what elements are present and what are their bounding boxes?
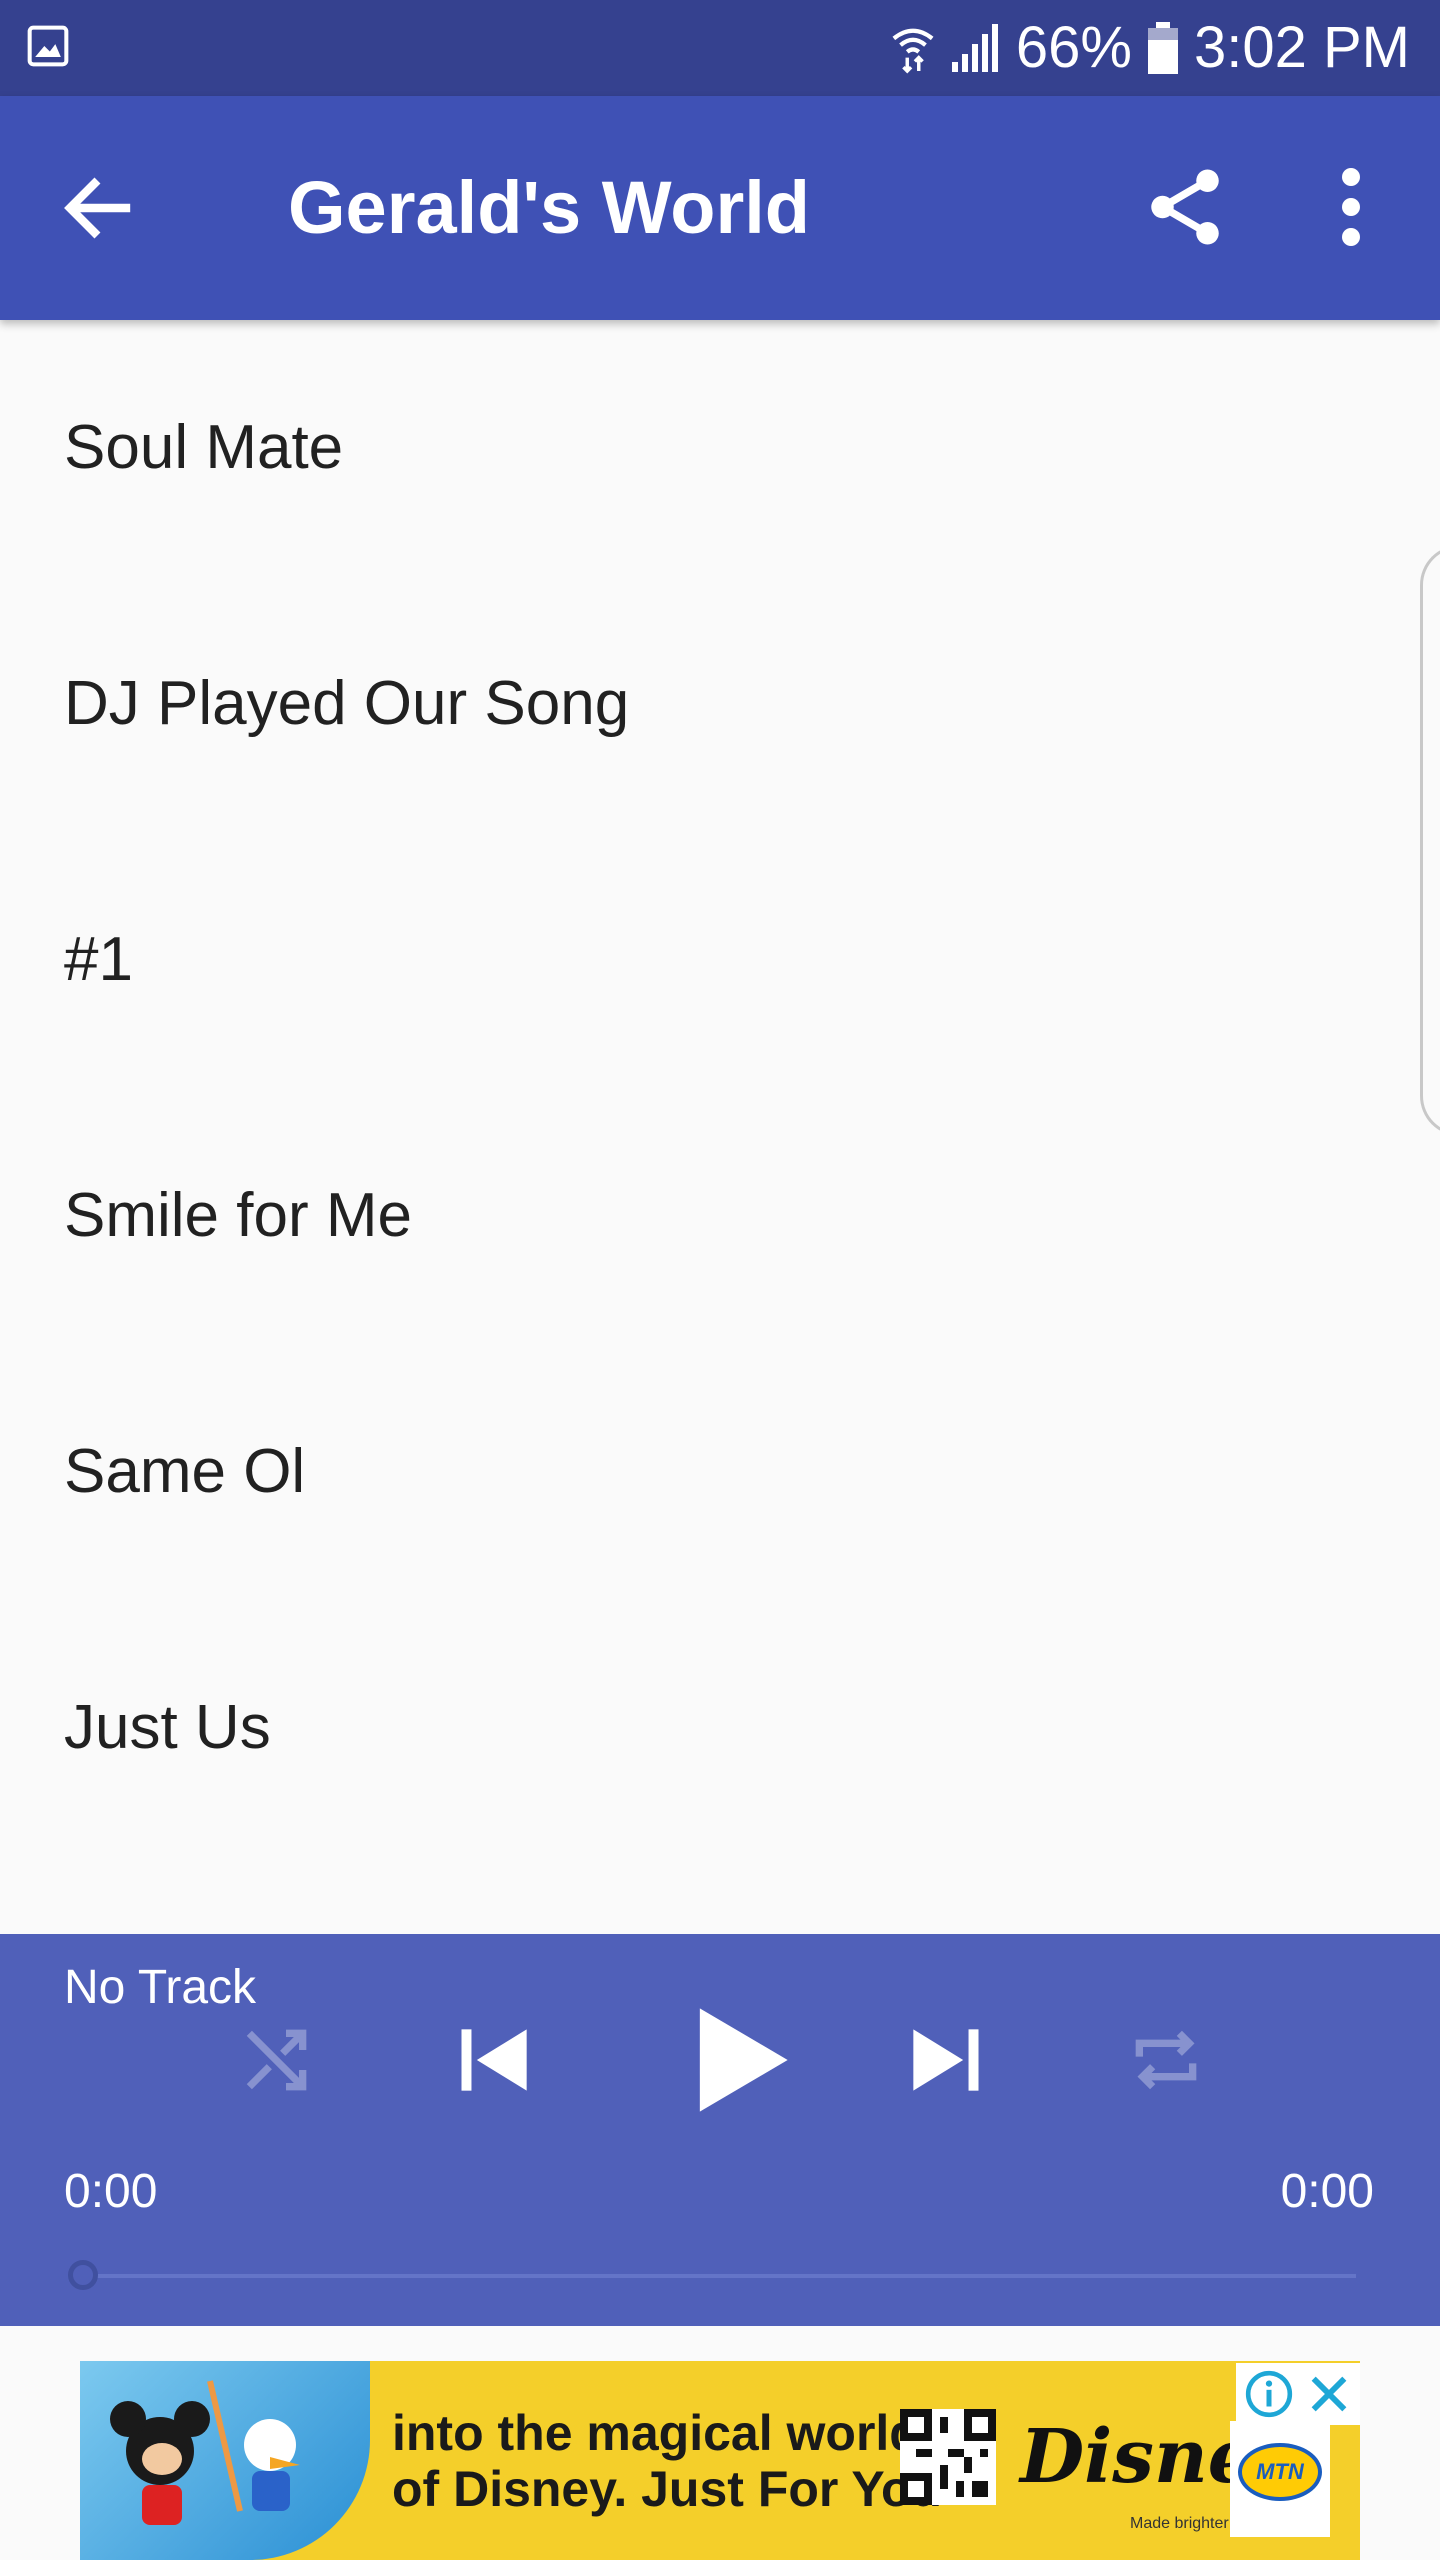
more-options-icon[interactable] bbox=[1320, 162, 1382, 252]
shuffle-icon[interactable] bbox=[236, 2020, 316, 2100]
seek-bar[interactable] bbox=[84, 2274, 1356, 2278]
list-item[interactable]: Same Ol bbox=[0, 1344, 1440, 1600]
player-bar: No Track 0:00 0:00 bbox=[0, 1934, 1440, 2326]
status-icons: 66% 3:02 PM bbox=[890, 10, 1410, 86]
repeat-icon[interactable] bbox=[1126, 2020, 1206, 2100]
track-list: Soul Mate DJ Played Our Song #1 Smile fo… bbox=[0, 320, 1440, 1934]
clock: 3:02 PM bbox=[1194, 15, 1410, 80]
ad-character-art bbox=[80, 2361, 370, 2560]
list-item[interactable]: DJ Played Our Song bbox=[0, 576, 1440, 832]
track-title: #1 bbox=[64, 925, 133, 994]
track-title: Same Ol bbox=[64, 1437, 306, 1506]
total-time: 0:00 bbox=[1280, 2165, 1374, 2218]
play-icon[interactable] bbox=[674, 1998, 798, 2122]
ad-headline: into the magical world of Disney. Just F… bbox=[392, 2405, 942, 2517]
track-title: Smile for Me bbox=[64, 1181, 412, 1250]
qr-code-icon bbox=[900, 2409, 996, 2505]
list-item[interactable]: Soul Mate bbox=[0, 320, 1440, 576]
list-item[interactable]: Smile for Me bbox=[0, 1088, 1440, 1344]
list-item[interactable]: #1 bbox=[0, 832, 1440, 1088]
track-title: DJ Played Our Song bbox=[64, 669, 630, 738]
ad-line-2: of Disney. Just For You bbox=[392, 2461, 943, 2517]
battery-icon bbox=[1148, 22, 1178, 74]
battery-percent: 66% bbox=[1015, 15, 1132, 80]
ad-line-1: into the magical world bbox=[392, 2405, 920, 2461]
track-title: Soul Mate bbox=[64, 413, 344, 482]
close-icon[interactable] bbox=[1306, 2371, 1352, 2417]
status-bar: 66% 3:02 PM bbox=[0, 0, 1440, 96]
ad-area: into the magical world of Disney. Just F… bbox=[0, 2326, 1440, 2560]
share-icon[interactable] bbox=[1140, 162, 1230, 252]
app-bar: Gerald's World bbox=[0, 96, 1440, 320]
skip-previous-icon[interactable] bbox=[450, 2014, 542, 2106]
gallery-notification-icon bbox=[27, 25, 69, 67]
ad-partner-label: MTN bbox=[1238, 2443, 1322, 2501]
track-title: Just Us bbox=[64, 1693, 271, 1762]
elapsed-time: 0:00 bbox=[64, 2165, 158, 2218]
wifi-icon bbox=[892, 28, 934, 74]
now-playing-title: No Track bbox=[64, 1961, 257, 2014]
edge-panel-handle[interactable] bbox=[1420, 545, 1440, 1136]
seek-thumb[interactable] bbox=[68, 2260, 98, 2290]
back-arrow-icon[interactable] bbox=[56, 166, 140, 250]
ad-choices bbox=[1236, 2363, 1360, 2425]
list-item[interactable]: Just Us bbox=[0, 1600, 1440, 1856]
ad-partner-logo: MTN bbox=[1230, 2421, 1330, 2537]
skip-next-icon[interactable] bbox=[898, 2014, 990, 2106]
info-icon[interactable] bbox=[1244, 2369, 1294, 2419]
signal-icon bbox=[951, 24, 998, 72]
ad-banner[interactable]: into the magical world of Disney. Just F… bbox=[80, 2361, 1360, 2560]
page-title: Gerald's World bbox=[288, 166, 811, 249]
